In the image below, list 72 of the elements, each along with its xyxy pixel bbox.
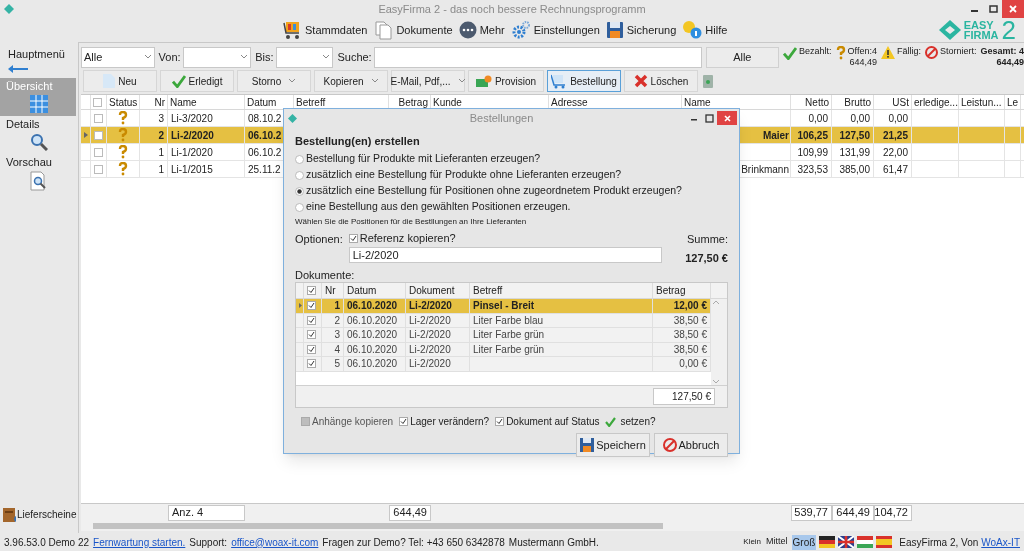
stat-value: 644,49 bbox=[996, 57, 1024, 68]
table-cell: 06.10.2020 bbox=[344, 328, 406, 342]
documents-label: Dokumente: bbox=[295, 268, 356, 282]
support-label: Support: bbox=[189, 535, 228, 550]
table-cell: 1 bbox=[140, 161, 168, 177]
total-field: 644,49 bbox=[832, 504, 874, 521]
table-cell: 1 bbox=[140, 144, 168, 160]
table-cell: 2 bbox=[322, 313, 344, 327]
hint-text: Wählen Sie die Positionen für die Bestllungen an Ihre Lieferanten bbox=[295, 216, 528, 228]
table-cell: Li-3/2020 bbox=[168, 110, 245, 126]
table-cell: 3 bbox=[322, 328, 344, 342]
table-cell: 0,00 bbox=[791, 110, 832, 126]
table-cell: 06.10.2020 bbox=[344, 357, 406, 371]
table-cell: Li-2/2020 bbox=[406, 299, 470, 313]
table-cell: 106,25 bbox=[791, 127, 832, 143]
table-cell: Li-2/2020 bbox=[406, 357, 470, 371]
table-cell: Li-2/2020 bbox=[168, 127, 245, 143]
table-cell: 06.10.2020 bbox=[344, 299, 406, 313]
logo-text: EASY bbox=[963, 20, 995, 30]
table-cell: 1 bbox=[322, 299, 344, 313]
sum-value: 127,50 € bbox=[685, 250, 728, 266]
stat-value: 644,49 bbox=[849, 57, 877, 68]
table-cell: 3 bbox=[140, 110, 168, 126]
table-cell: Liter Farbe grün bbox=[470, 328, 653, 342]
credit-text: EasyFirma 2, Von bbox=[899, 535, 979, 550]
table-cell: Li-2/2020 bbox=[406, 313, 470, 327]
window-title: EasyFirma 2 - das noch bessere Rechnungsprogramm bbox=[377, 1, 647, 17]
field-label: Bis: bbox=[255, 49, 274, 65]
table-cell: 0,00 bbox=[874, 110, 912, 126]
table-cell: 0,00 bbox=[832, 110, 874, 126]
sum-label: Summe: bbox=[687, 232, 728, 247]
total-field: 104,72 bbox=[874, 504, 912, 521]
total-field: 644,49 bbox=[389, 504, 431, 521]
options-label: Optionen: bbox=[295, 232, 343, 247]
table-cell: 4 bbox=[322, 342, 344, 356]
stat-label: Gesamt: 4 bbox=[980, 46, 1024, 57]
table-cell: Li-2/2020 bbox=[406, 342, 470, 356]
total-field: Anz. 4 bbox=[168, 504, 245, 521]
version-text: 3.96.53.0 Demo 22 bbox=[4, 535, 90, 550]
dialog-title: Bestellungen bbox=[468, 110, 535, 126]
demo-text: Fragen zur Demo? Tel: +43 650 6342878 bbox=[322, 535, 505, 550]
field-label: Suche: bbox=[337, 49, 372, 65]
stat-label: Offen:4 bbox=[847, 46, 877, 57]
table-cell: 323,53 bbox=[791, 161, 832, 177]
table-cell: 5 bbox=[322, 357, 344, 371]
table-cell: 385,00 bbox=[832, 161, 874, 177]
table-cell: 2 bbox=[140, 127, 168, 143]
table-cell: 109,99 bbox=[791, 144, 832, 160]
table-cell: 06.10.2020 bbox=[344, 342, 406, 356]
table-cell: Liter Farbe blau bbox=[470, 313, 653, 327]
table-cell: 06.10.2020 bbox=[344, 313, 406, 327]
table-cell: Li-1/2020 bbox=[168, 144, 245, 160]
table-cell: 127,50 bbox=[832, 127, 874, 143]
logo-numeral: 2 bbox=[1001, 19, 1016, 41]
stat-label: Fällig: bbox=[896, 46, 921, 57]
table-cell: Liter Farbe grün bbox=[470, 342, 653, 356]
stat-label: Storniert: bbox=[939, 46, 977, 57]
dialog-heading: Bestellung(en) erstellen bbox=[295, 133, 421, 149]
table-cell: Li-1/2015 bbox=[168, 161, 245, 177]
logo-text: FIRMA bbox=[963, 30, 999, 40]
company-text: Mustermann GmbH. bbox=[508, 535, 599, 550]
table-cell: Li-2/2020 bbox=[406, 328, 470, 342]
total-field: 539,77 bbox=[791, 504, 832, 521]
table-cell: 61,47 bbox=[874, 161, 912, 177]
table-cell: Pinsel - Breit bbox=[470, 299, 653, 313]
menu-label: Hauptmenü bbox=[7, 47, 66, 60]
table-cell: 21,25 bbox=[874, 127, 912, 143]
stat-label: Bezahlt: bbox=[799, 46, 832, 57]
total-field: 127,50 € bbox=[653, 388, 715, 405]
table-cell: 131,99 bbox=[832, 144, 874, 160]
field-label: Von: bbox=[158, 49, 181, 65]
table-cell: 22,00 bbox=[874, 144, 912, 160]
